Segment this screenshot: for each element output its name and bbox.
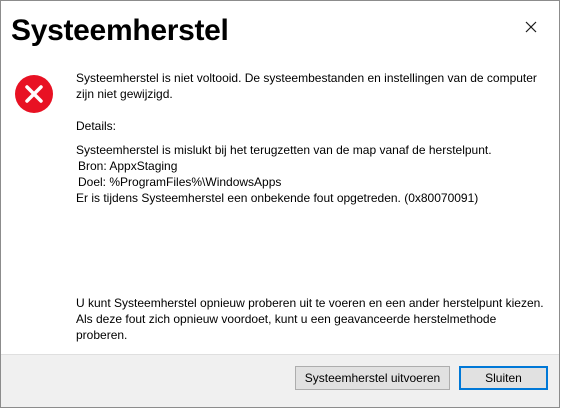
error-icon: [14, 74, 54, 114]
run-system-restore-button[interactable]: Systeemherstel uitvoeren: [295, 366, 450, 390]
summary-text: Systeemherstel is niet voltooid. De syst…: [76, 71, 537, 101]
system-restore-error-dialog: Systeemherstel Systeemherstel is niet vo…: [0, 0, 560, 408]
close-icon: [525, 21, 537, 33]
hint-text: U kunt Systeemherstel opnieuw proberen u…: [76, 296, 544, 342]
details-error-code: Er is tijdens Systeemherstel een onbeken…: [76, 191, 479, 205]
close-button[interactable]: [519, 15, 543, 39]
button-bar: Systeemherstel uitvoeren Sluiten: [1, 354, 559, 407]
details-source: Bron: AppxStaging: [78, 159, 178, 173]
details-target: Doel: %ProgramFiles%\WindowsApps: [78, 175, 282, 189]
message-content: Systeemherstel is niet voltooid. De syst…: [76, 70, 546, 206]
dialog-title: Systeemherstel: [11, 14, 229, 47]
details-line: Systeemherstel is mislukt bij het terugz…: [76, 143, 492, 157]
details-label: Details:: [76, 119, 117, 133]
close-dialog-button[interactable]: Sluiten: [459, 366, 548, 390]
